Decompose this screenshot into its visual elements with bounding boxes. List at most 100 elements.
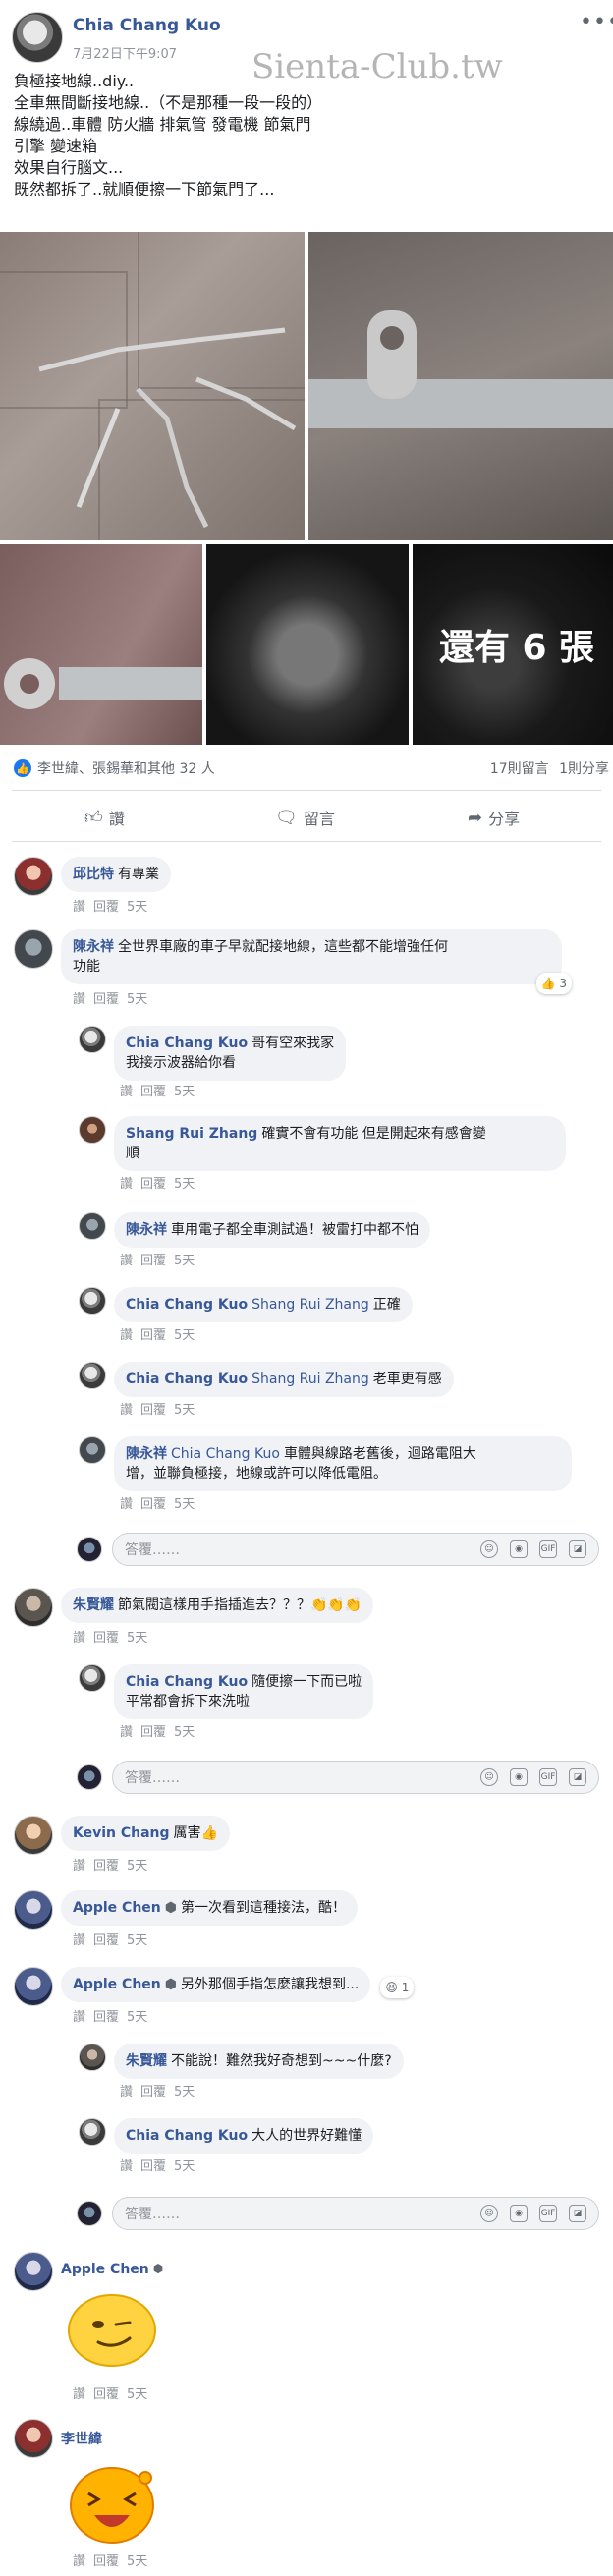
comment-like-link[interactable]: 讚 (120, 2085, 133, 2100)
commenter-name[interactable]: Apple Chen (73, 1900, 161, 1916)
like-button[interactable]: 👍︎ 讚 (84, 806, 125, 829)
comment-like-link[interactable]: 讚 (120, 1085, 133, 1099)
photo-ground-wires[interactable] (0, 232, 305, 540)
commenter-avatar[interactable] (79, 2044, 106, 2071)
comment-time[interactable]: 5天 (174, 1497, 195, 1512)
camera-icon[interactable]: ◉ (510, 2205, 528, 2222)
comments-count[interactable]: 17則留言 (490, 761, 549, 777)
commenter-avatar[interactable] (79, 1116, 106, 1144)
comment-reply-link[interactable]: 回覆 (93, 992, 119, 1007)
more-photos-label[interactable]: 還有 6 張 (420, 619, 613, 670)
gif-icon[interactable]: GIF (539, 1768, 557, 1786)
comment-time[interactable]: 5天 (127, 2554, 147, 2569)
share-button[interactable]: ➦ 分享 (468, 806, 520, 829)
comment-reply-link[interactable]: 回覆 (140, 1403, 166, 1418)
comment-like-link[interactable]: 讚 (120, 1254, 133, 1268)
commenter-name[interactable]: Chia Chang Kuo (126, 1036, 248, 1051)
emoji-icon[interactable]: ☺ (480, 1540, 498, 1558)
commenter-avatar[interactable] (14, 1890, 53, 1930)
emoji-icon[interactable]: ☺ (480, 1768, 498, 1786)
comment-reply-link[interactable]: 回覆 (140, 1497, 166, 1512)
commenter-avatar[interactable] (14, 1588, 53, 1627)
gif-icon[interactable]: GIF (539, 2205, 557, 2222)
sticker-icon[interactable]: ◪ (569, 1768, 586, 1786)
post-date[interactable]: 7月22日下午9:07 (73, 43, 177, 62)
commenter-avatar[interactable] (79, 1664, 106, 1692)
commenter-name[interactable]: Apple Chen (61, 2262, 149, 2277)
gif-icon[interactable]: GIF (539, 1540, 557, 1558)
commenter-avatar[interactable] (14, 857, 53, 896)
reply-input[interactable]: 答覆…… ☺ ◉ GIF ◪ (112, 1533, 599, 1566)
comment-time[interactable]: 5天 (127, 1859, 147, 1874)
commenter-avatar[interactable] (79, 1026, 106, 1053)
comment-reactions[interactable]: 👍 3 (535, 973, 572, 994)
commenter-name[interactable]: 陳永祥 (73, 939, 114, 955)
mentioned-user[interactable]: Shang Rui Zhang (251, 1372, 369, 1387)
comment-reply-link[interactable]: 回覆 (93, 2010, 119, 2025)
commenter-name[interactable]: 邱比特 (73, 867, 114, 882)
photo-terminal-closeup[interactable] (0, 544, 202, 745)
comment-time[interactable]: 5天 (127, 1933, 147, 1948)
commenter-name[interactable]: 朱賢耀 (73, 1597, 114, 1613)
commenter-avatar[interactable] (14, 2252, 53, 2291)
commenter-avatar[interactable] (79, 1362, 106, 1389)
commenter-name[interactable]: 朱賢耀 (126, 2053, 167, 2069)
comment-time[interactable]: 5天 (174, 2085, 195, 2100)
comment-like-link[interactable]: 讚 (73, 992, 85, 1007)
comment-like-link[interactable]: 讚 (120, 1177, 133, 1192)
comment-like-link[interactable]: 讚 (73, 1631, 85, 1646)
comment-like-link[interactable]: 讚 (120, 1403, 133, 1418)
comment-reply-link[interactable]: 回覆 (93, 2387, 119, 2402)
comment-time[interactable]: 5天 (127, 2387, 147, 2402)
commenter-avatar[interactable] (14, 929, 53, 969)
comment-time[interactable]: 5天 (174, 1328, 195, 1343)
comment-reply-link[interactable]: 回覆 (140, 1177, 166, 1192)
commenter-name[interactable]: 李世緯 (61, 2429, 102, 2448)
photo-engine-bay[interactable] (206, 544, 409, 745)
commenter-avatar[interactable] (79, 2118, 106, 2146)
comment-reply-link[interactable]: 回覆 (93, 1859, 119, 1874)
commenter-avatar[interactable] (14, 2419, 53, 2458)
commenter-name[interactable]: Chia Chang Kuo (126, 1297, 248, 1313)
comment-time[interactable]: 5天 (174, 2159, 195, 2174)
commenter-avatar[interactable] (14, 1967, 53, 2006)
commenter-avatar[interactable] (14, 1816, 53, 1855)
emoji-icon[interactable]: ☺ (480, 2205, 498, 2222)
comment-reply-link[interactable]: 回覆 (93, 2554, 119, 2569)
comment-like-link[interactable]: 讚 (73, 900, 85, 915)
reply-input[interactable]: 答覆…… ☺ ◉ GIF ◪ (112, 1761, 599, 1794)
comment-reply-link[interactable]: 回覆 (93, 900, 119, 915)
commenter-name[interactable]: Chia Chang Kuo (126, 1674, 248, 1690)
comment-reply-link[interactable]: 回覆 (140, 1328, 166, 1343)
more-options-icon[interactable]: ••• (580, 10, 613, 34)
reactions-summary[interactable]: 👍 李世緯、張錫華和其他 32 人 (14, 758, 215, 778)
comment-reply-link[interactable]: 回覆 (140, 1085, 166, 1099)
comment-like-link[interactable]: 讚 (73, 2010, 85, 2025)
comment-like-link[interactable]: 讚 (120, 2159, 133, 2174)
comment-button[interactable]: 🗨︎ 留言 (275, 806, 335, 829)
commenter-name[interactable]: Shang Rui Zhang (126, 1126, 257, 1142)
comment-time[interactable]: 5天 (174, 1725, 195, 1740)
camera-icon[interactable]: ◉ (510, 1768, 528, 1786)
commenter-name[interactable]: Apple Chen (73, 1977, 161, 1992)
photo-ground-strap[interactable] (308, 232, 613, 540)
mentioned-user[interactable]: Shang Rui Zhang (251, 1297, 369, 1313)
commenter-avatar[interactable] (79, 1436, 106, 1464)
commenter-avatar[interactable] (79, 1212, 106, 1240)
comment-like-link[interactable]: 讚 (120, 1328, 133, 1343)
comment-like-link[interactable]: 讚 (73, 1933, 85, 1948)
comment-time[interactable]: 5天 (127, 992, 147, 1007)
sticker-icon[interactable]: ◪ (569, 1540, 586, 1558)
comment-time[interactable]: 5天 (174, 1177, 195, 1192)
counts[interactable]: 17則留言 1則分享 (462, 758, 609, 778)
comment-like-link[interactable]: 讚 (73, 2387, 85, 2402)
comment-time[interactable]: 5天 (127, 1631, 147, 1646)
comment-like-link[interactable]: 讚 (73, 1859, 85, 1874)
mentioned-user[interactable]: Chia Chang Kuo (171, 1446, 280, 1462)
comment-reply-link[interactable]: 回覆 (93, 1631, 119, 1646)
comment-time[interactable]: 5天 (174, 1403, 195, 1418)
comment-like-link[interactable]: 讚 (73, 2554, 85, 2569)
comment-reply-link[interactable]: 回覆 (140, 1254, 166, 1268)
comment-like-link[interactable]: 讚 (120, 1497, 133, 1512)
comment-time[interactable]: 5天 (174, 1254, 195, 1268)
